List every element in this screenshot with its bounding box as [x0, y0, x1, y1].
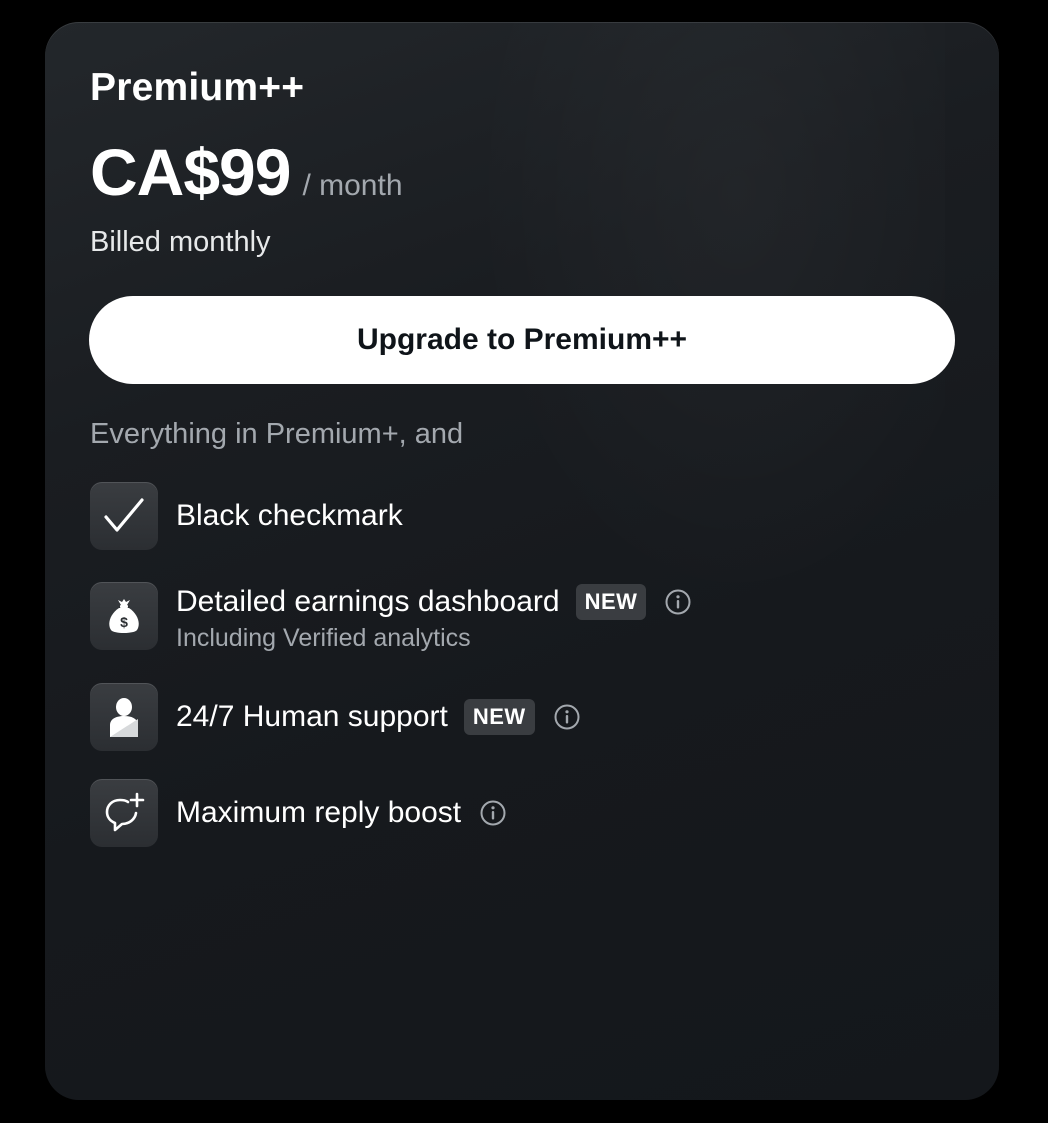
price-amount: CA$99 [90, 135, 291, 209]
feature-item-human-support: 24/7 Human support NEW [90, 683, 581, 751]
billing-frequency: Billed monthly [90, 226, 271, 258]
feature-title: 24/7 Human support [176, 700, 448, 733]
feature-item-earnings-dashboard: $ Detailed earnings dashboard NEW Includ… [90, 582, 692, 653]
price-period: / month [302, 169, 403, 202]
feature-title: Maximum reply boost [176, 796, 462, 829]
reply-boost-icon [90, 779, 158, 847]
feature-subtitle: Including Verified analytics [176, 624, 471, 652]
features-intro: Everything in Premium+, and [90, 418, 464, 450]
plan-card: Premium++ CA$99 / month Billed monthly U… [45, 22, 999, 1100]
upgrade-button[interactable]: Upgrade to Premium++ [89, 296, 955, 384]
money-bag-icon: $ [90, 582, 158, 650]
info-icon[interactable] [553, 703, 581, 731]
new-badge: NEW [463, 699, 535, 735]
plan-name: Premium++ [90, 66, 305, 109]
info-icon[interactable] [664, 588, 692, 616]
feature-title: Black checkmark [176, 499, 403, 532]
feature-item-reply-boost: Maximum reply boost [90, 779, 507, 847]
price-row: CA$99 / month [90, 134, 403, 210]
svg-text:$: $ [120, 614, 128, 630]
feature-item-black-checkmark: Black checkmark [90, 482, 403, 550]
feature-title: Detailed earnings dashboard [176, 585, 560, 618]
new-badge: NEW [575, 584, 647, 620]
checkmark-icon [90, 482, 158, 550]
person-icon [90, 683, 158, 751]
info-icon[interactable] [479, 799, 507, 827]
